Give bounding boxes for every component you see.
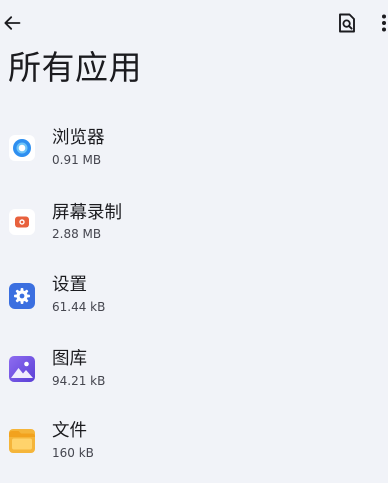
app-size: 61.44 kB — [52, 300, 106, 314]
arrow-back-icon — [4, 16, 21, 30]
top-app-bar — [0, 0, 388, 46]
screen-recorder-icon — [9, 208, 35, 235]
app-size: 160 kB — [52, 446, 94, 460]
app-item-browser[interactable]: 浏览器 0.91 MB — [0, 110, 388, 184]
app-size: 2.88 MB — [52, 226, 102, 241]
back-button[interactable] — [0, 8, 24, 38]
app-name: 设置 — [52, 275, 87, 295]
app-name: 屏幕录制 — [52, 202, 122, 223]
app-item-screen-recorder[interactable]: 屏幕录制 2.88 MB — [0, 184, 388, 258]
app-size: 94.21 kB — [52, 373, 106, 388]
more-options-button[interactable] — [377, 9, 388, 37]
page-title: 所有应用 — [8, 48, 142, 87]
app-item-gallery[interactable]: 图库 94.21 kB — [0, 331, 388, 405]
files-icon — [9, 428, 35, 454]
settings-icon — [9, 283, 35, 309]
browser-icon — [9, 135, 35, 161]
search-document-icon — [339, 13, 355, 33]
app-list: 浏览器 0.91 MB 屏幕录制 2.88 MB 设置 61.44 kB 图库 … — [0, 110, 388, 478]
gallery-icon — [9, 355, 35, 382]
app-item-files[interactable]: 文件 160 kB — [0, 404, 388, 478]
app-name: 图库 — [52, 348, 87, 369]
app-size: 0.91 MB — [52, 153, 102, 167]
app-name: 文件 — [52, 421, 87, 441]
app-name: 浏览器 — [52, 128, 105, 148]
more-vert-icon — [382, 14, 386, 32]
app-item-settings[interactable]: 设置 61.44 kB — [0, 257, 388, 331]
search-apps-button[interactable] — [334, 9, 360, 37]
app-info-screen: 所有应用 浏览器 0.91 MB 屏幕录制 2.88 MB 设置 61.44 k… — [0, 0, 388, 483]
